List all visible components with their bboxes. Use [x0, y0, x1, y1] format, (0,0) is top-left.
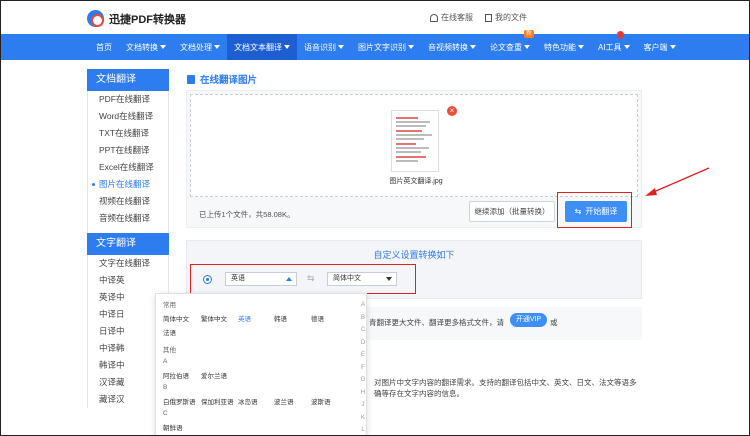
- option-persian[interactable]: 波斯语: [311, 396, 331, 406]
- sidebar-item-txt[interactable]: TXT在线翻译: [88, 125, 168, 142]
- description-text: 对图片中文字内容的翻译需求。支持的翻译包括中文、英文、日文、法文等语多 确等存在…: [374, 377, 637, 399]
- nav-av-convert[interactable]: 音视频转换: [421, 34, 483, 60]
- highlight-box-start: [557, 192, 632, 228]
- group-label-other: 其他: [163, 347, 176, 354]
- vip-text: 青翻译更大文件、翻译更多格式文件，请: [369, 318, 504, 327]
- group-label-common: 常用: [163, 302, 176, 309]
- nav-features[interactable]: 特色功能: [537, 34, 591, 60]
- option-german[interactable]: 德语: [311, 313, 324, 323]
- open-vip-button[interactable]: 开通VIP: [510, 313, 547, 327]
- chevron-down-icon: [338, 45, 344, 49]
- nav-ocr[interactable]: 图片文字识别: [351, 34, 421, 60]
- option-traditional-chinese[interactable]: 繁体中文: [201, 313, 227, 323]
- sidebar-item-ppt[interactable]: PPT在线翻译: [88, 142, 168, 159]
- headset-icon: [430, 13, 438, 22]
- group-label-a: A: [163, 358, 168, 365]
- alpha-index-letter[interactable]: K: [360, 415, 366, 428]
- nav-plagiarism[interactable]: 论文查重新: [483, 30, 537, 60]
- nav-doc-convert[interactable]: 文档转换: [119, 34, 173, 60]
- alpha-index-letter[interactable]: G: [360, 377, 366, 390]
- sidebar-list-doc: PDF在线翻译 Word在线翻译 TXT在线翻译 PPT在线翻译 Excel在线…: [87, 91, 169, 233]
- highlight-box-languages: [190, 264, 416, 294]
- new-badge: 新: [523, 30, 534, 38]
- customer-service-link[interactable]: 在线客服: [430, 12, 473, 23]
- browser-frame: 迅捷PDF转换器 在线客服 我的文件 首页 文档转换 文档处理 文档文本翻译 语…: [0, 0, 750, 436]
- nav-client[interactable]: 客户端: [637, 34, 683, 60]
- logo[interactable]: 迅捷PDF转换器: [87, 10, 186, 27]
- description-line: 对图片中文字内容的翻译需求。支持的翻译包括中文、英文、日文、法文等语多: [374, 378, 637, 387]
- option-arabic[interactable]: 阿拉伯语: [163, 370, 189, 380]
- nav-ai-tools[interactable]: AI工具: [591, 29, 637, 60]
- alpha-index-letter[interactable]: A: [360, 302, 366, 315]
- option-english[interactable]: 英语: [238, 313, 251, 323]
- chevron-down-icon: [408, 45, 414, 49]
- sidebar-item-word[interactable]: Word在线翻译: [88, 108, 168, 125]
- alphabet-index: A B C D E F G H J K L: [360, 302, 366, 435]
- top-links: 在线客服 我的文件: [430, 12, 527, 23]
- vip-tail: 或: [550, 318, 558, 327]
- option-korean-joseon[interactable]: 朝鲜语: [163, 422, 183, 432]
- chevron-down-icon: [160, 45, 166, 49]
- document-icon: [187, 74, 195, 84]
- nav-doc-translate[interactable]: 文档文本翻译: [227, 34, 297, 60]
- sidebar-item-video[interactable]: 视频在线翻译: [88, 193, 168, 210]
- alpha-index-letter[interactable]: E: [360, 352, 366, 365]
- page-title-text: 在线翻译图片: [200, 75, 258, 86]
- sidebar-item-excel[interactable]: Excel在线翻译: [88, 159, 168, 176]
- option-korean[interactable]: 韩语: [274, 313, 287, 323]
- sidebar-item-zh-en[interactable]: 中译英: [88, 272, 168, 289]
- alpha-index-letter[interactable]: B: [360, 315, 366, 328]
- chevron-down-icon: [214, 45, 220, 49]
- option-icelandic[interactable]: 冰岛语: [238, 396, 258, 406]
- my-files-link[interactable]: 我的文件: [485, 12, 527, 23]
- chevron-down-icon: [669, 45, 676, 49]
- page-title: 在线翻译图片: [187, 72, 257, 86]
- nav-speech[interactable]: 语音识别: [297, 34, 351, 60]
- sidebar-item-image[interactable]: 图片在线翻译: [88, 176, 168, 193]
- option-irish[interactable]: 爱尔兰语: [201, 370, 227, 380]
- chevron-down-icon: [578, 45, 584, 49]
- file-name: 图片英文翻译.jpg: [389, 178, 443, 185]
- chevron-down-icon: [284, 45, 290, 49]
- sidebar-item-pdf[interactable]: PDF在线翻译: [88, 91, 168, 108]
- alpha-index-letter[interactable]: D: [360, 340, 366, 353]
- chevron-down-icon: [470, 45, 476, 49]
- description-line: 确等存在文字内容的信息。: [374, 389, 464, 398]
- remove-file-icon[interactable]: ×: [447, 106, 457, 116]
- chevron-down-icon: [623, 45, 630, 49]
- alpha-index-letter[interactable]: C: [360, 327, 366, 340]
- annotation-arrow-icon: [645, 167, 710, 196]
- option-simplified-chinese[interactable]: 简体中文: [163, 313, 189, 323]
- continue-add-button[interactable]: 继续添加（批量转换）: [469, 201, 555, 222]
- logo-text: 迅捷PDF转换器: [109, 13, 186, 26]
- language-dropdown: 常用 简体中文 繁体中文 英语 韩语 德语 法语 其他 A 阿拉伯语 爱尔兰语 …: [155, 293, 367, 435]
- alpha-index-letter[interactable]: F: [360, 365, 366, 378]
- option-polish[interactable]: 波兰语: [274, 396, 294, 406]
- document-icon: [485, 13, 492, 22]
- top-header: 迅捷PDF转换器 在线客服 我的文件: [1, 1, 749, 34]
- nav-doc-process[interactable]: 文档处理: [173, 34, 227, 60]
- sidebar-item-text[interactable]: 文字在线翻译: [88, 255, 168, 272]
- nav-home[interactable]: 首页: [89, 34, 119, 60]
- option-belarusian[interactable]: 白俄罗斯语: [163, 396, 196, 406]
- group-label-b: B: [163, 384, 168, 391]
- group-label-c: C: [163, 410, 168, 417]
- upload-status: 已上传1个文件，共58.08K。: [199, 210, 295, 219]
- option-bulgarian[interactable]: 保加利亚语: [201, 396, 234, 406]
- main-nav: 首页 文档转换 文档处理 文档文本翻译 语音识别 图片文字识别 音视频转换 论文…: [1, 29, 749, 60]
- settings-title: 自定义设置转换如下: [373, 250, 455, 260]
- sidebar-section-doc-translate: 文档翻译: [87, 69, 169, 91]
- option-french[interactable]: 法语: [163, 327, 176, 337]
- sidebar-section-text-translate: 文字翻译: [87, 233, 169, 255]
- my-files-label: 我的文件: [495, 13, 527, 22]
- alpha-index-letter[interactable]: J: [360, 402, 366, 415]
- chevron-down-icon: [524, 45, 530, 49]
- customer-service-label: 在线客服: [441, 13, 473, 22]
- alpha-index-letter[interactable]: H: [360, 390, 366, 403]
- alpha-index-letter[interactable]: L: [360, 427, 366, 435]
- file-thumbnail: [391, 110, 439, 172]
- file-dropzone[interactable]: × 图片英文翻译.jpg: [190, 94, 638, 197]
- sidebar-item-audio[interactable]: 音频在线翻译: [88, 210, 168, 227]
- logo-icon: [87, 10, 104, 27]
